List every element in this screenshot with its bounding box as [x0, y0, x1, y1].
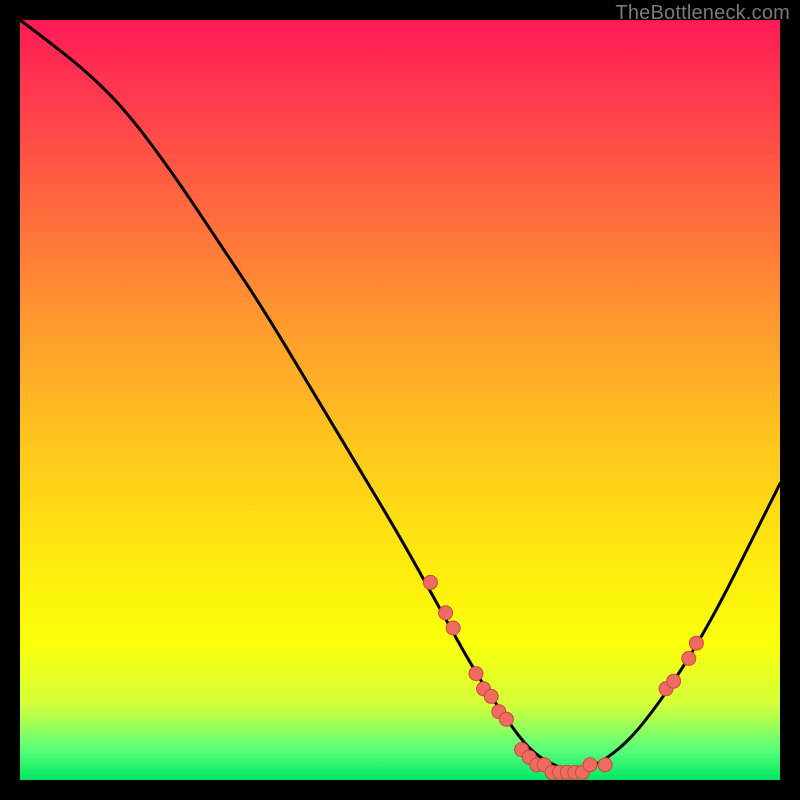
bottleneck-curve: [20, 20, 780, 771]
data-point: [484, 689, 498, 703]
data-point: [423, 575, 437, 589]
data-point: [689, 636, 703, 650]
data-point: [469, 667, 483, 681]
data-point: [583, 758, 597, 772]
data-points-group: [423, 575, 703, 779]
chart-overlay: [20, 20, 780, 780]
chart-frame: TheBottleneck.com: [20, 20, 780, 780]
data-point: [598, 758, 612, 772]
data-point: [446, 621, 460, 635]
data-point: [682, 651, 696, 665]
data-point: [499, 712, 513, 726]
data-point: [667, 674, 681, 688]
data-point: [439, 606, 453, 620]
